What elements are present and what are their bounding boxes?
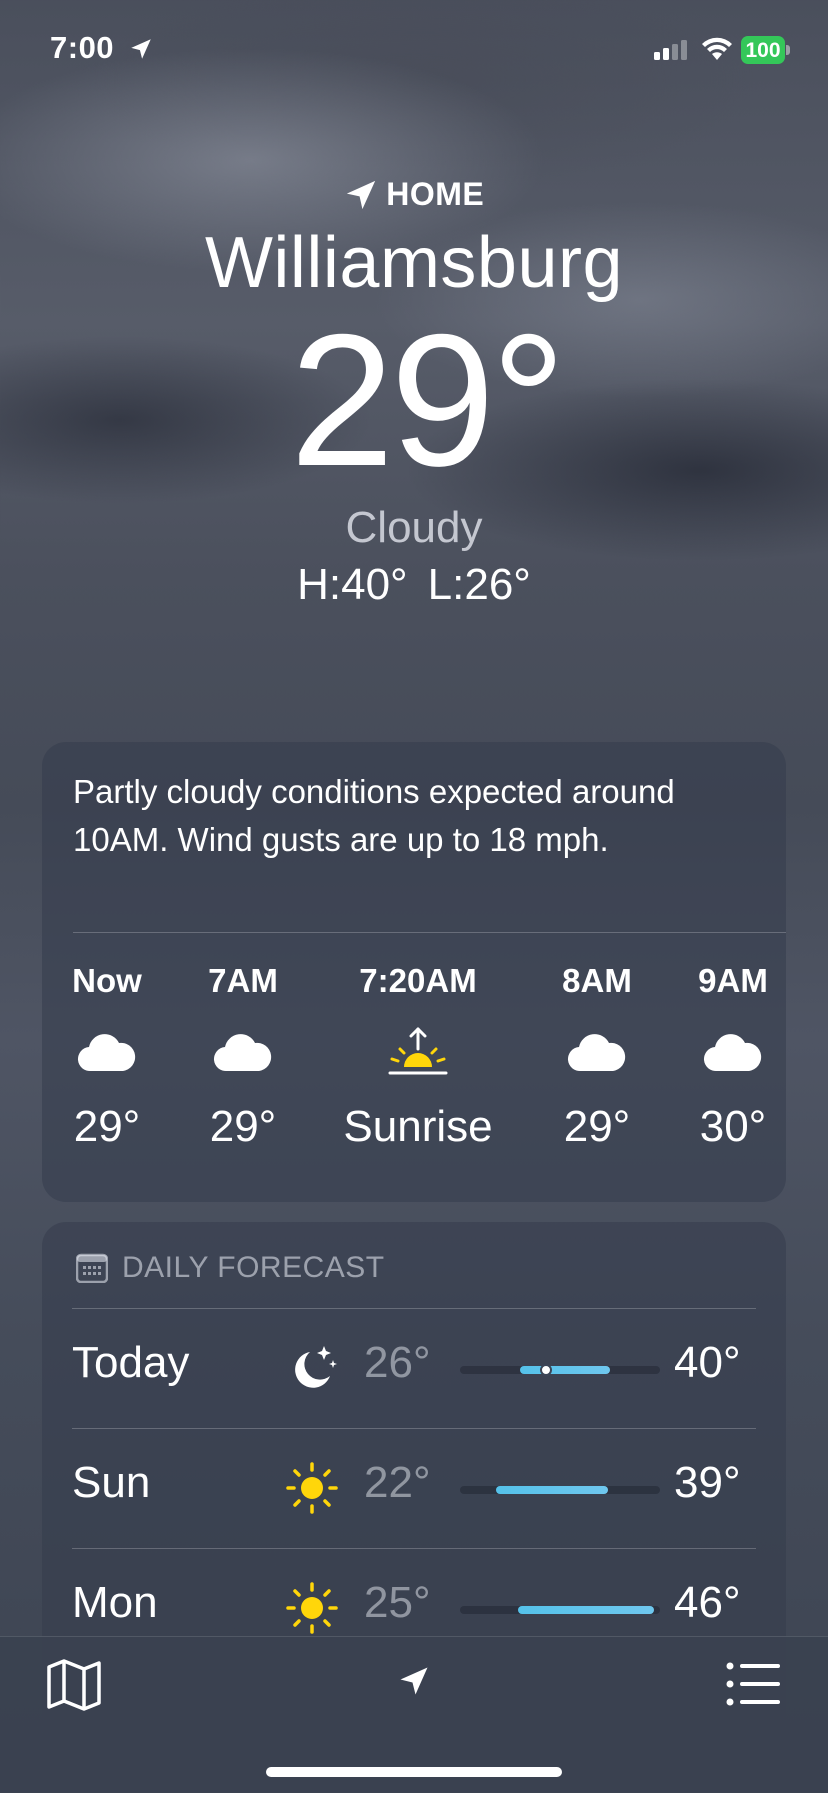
- forecast-summary: Partly cloudy conditions expected around…: [73, 773, 675, 858]
- location-arrow-icon: [131, 39, 151, 59]
- hour-label: 8AM: [562, 962, 632, 999]
- hourly-item: 9AM 30°: [668, 962, 798, 1152]
- divider: [73, 932, 786, 933]
- day-name: Today: [72, 1338, 190, 1387]
- day-name: Mon: [72, 1578, 158, 1627]
- status-bar: 7:00 100: [0, 0, 828, 100]
- day-low: 26°: [364, 1338, 431, 1387]
- sunrise-icon: [388, 1027, 448, 1075]
- divider: [72, 1548, 756, 1549]
- temperature-range-bar: [460, 1364, 660, 1376]
- current-temperature-dot: [540, 1364, 552, 1376]
- day-low: 25°: [364, 1578, 431, 1627]
- location-tag-label: HOME: [386, 176, 485, 212]
- cloud-icon: [567, 1034, 626, 1072]
- hour-temperature: Sunrise: [343, 1102, 493, 1151]
- high-low: H:40° L:26°: [0, 560, 828, 610]
- hour-temperature: 30°: [699, 1102, 767, 1151]
- divider: [72, 1428, 756, 1429]
- hour-temperature: 29°: [73, 1102, 141, 1151]
- home-indicator[interactable]: [266, 1767, 562, 1777]
- daily-row-sun[interactable]: Sun 22° 39°: [72, 1430, 752, 1548]
- moon-stars-icon: [295, 1346, 337, 1388]
- day-high: 46°: [674, 1578, 741, 1627]
- current-condition: Cloudy: [345, 503, 483, 552]
- hour-label: 7:20AM: [359, 962, 477, 999]
- city-name: Williamsburg: [204, 223, 624, 303]
- battery-indicator: 100: [741, 36, 790, 64]
- hour-temperature: 29°: [209, 1102, 277, 1151]
- hourly-item: 7:20AM Sunrise: [338, 962, 498, 1152]
- hourly-item: Now 29°: [42, 962, 172, 1152]
- low-temperature: L:26°: [427, 560, 531, 609]
- wifi-icon: [702, 37, 732, 60]
- location-arrow-icon[interactable]: [396, 1663, 432, 1699]
- hourly-item: 7AM 29°: [178, 962, 308, 1152]
- day-high: 39°: [674, 1458, 741, 1507]
- sun-icon: [286, 1582, 338, 1634]
- calendar-icon: [76, 1253, 108, 1283]
- status-time: 7:00: [50, 30, 115, 65]
- day-high: 40°: [674, 1338, 741, 1387]
- cloud-icon: [703, 1034, 762, 1072]
- daily-forecast-title: DAILY FORECAST: [122, 1251, 385, 1284]
- sun-icon: [286, 1462, 338, 1514]
- daily-row-today[interactable]: Today 26° 40°: [72, 1310, 752, 1428]
- list-icon[interactable]: [726, 1661, 782, 1707]
- hourly-item: 8AM 29°: [532, 962, 662, 1152]
- cellular-signal-icon: [654, 40, 687, 60]
- cloud-icon: [77, 1034, 136, 1072]
- hour-label: 7AM: [208, 962, 278, 999]
- cloud-icon: [213, 1034, 272, 1072]
- hourly-forecast-card[interactable]: Partly cloudy conditions expected around…: [42, 742, 786, 1202]
- temperature-range-bar: [460, 1486, 660, 1494]
- temperature-range-bar: [460, 1606, 660, 1614]
- hour-label: Now: [72, 962, 142, 999]
- day-low: 22°: [364, 1458, 431, 1507]
- current-temperature: 29°: [289, 295, 566, 505]
- location-arrow-icon: [346, 180, 375, 209]
- location-tag: HOME: [0, 176, 828, 213]
- day-name: Sun: [72, 1458, 151, 1507]
- battery-percentage: 100: [745, 39, 781, 62]
- hour-temperature: 29°: [563, 1102, 631, 1151]
- daily-forecast-header: DAILY FORECAST: [76, 1246, 385, 1290]
- hour-label: 9AM: [698, 962, 768, 999]
- divider: [72, 1308, 756, 1309]
- map-icon[interactable]: [46, 1659, 102, 1711]
- high-temperature: H:40°: [297, 560, 408, 609]
